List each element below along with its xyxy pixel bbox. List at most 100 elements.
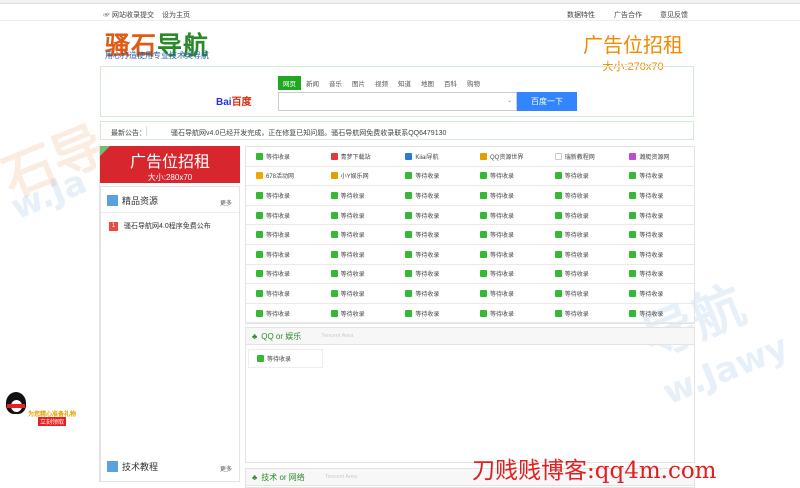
site-link-label: 等待收录 bbox=[266, 252, 291, 259]
site-link[interactable]: 等待收录 bbox=[545, 167, 620, 186]
site-link[interactable]: 等待收录 bbox=[246, 265, 321, 284]
site-link[interactable]: 等待收录 bbox=[321, 225, 396, 244]
site-link-label: 等待收录 bbox=[639, 272, 664, 279]
site-link[interactable]: 等待收录 bbox=[395, 225, 470, 244]
site-link[interactable]: 等待收录 bbox=[470, 304, 545, 323]
search-tab[interactable]: 购物 bbox=[462, 76, 485, 90]
site-link[interactable]: 瀚艇资源网 bbox=[619, 147, 694, 166]
site-link[interactable]: 等待收录 bbox=[470, 206, 545, 225]
site-favicon-icon bbox=[256, 191, 263, 199]
top-link-data[interactable]: 数据特性 bbox=[567, 10, 595, 20]
site-link[interactable]: 等待收录 bbox=[545, 225, 620, 244]
chevron-down-icon[interactable]: ⌄ bbox=[507, 97, 512, 104]
top-link-ads[interactable]: 广告合作 bbox=[614, 10, 642, 20]
site-link[interactable]: 等待收录 bbox=[246, 186, 321, 205]
site-link[interactable]: 等待收录 bbox=[246, 284, 321, 303]
top-link-feedback[interactable]: 意见反馈 bbox=[660, 10, 688, 20]
site-link[interactable]: 青梦下载站 bbox=[321, 147, 396, 166]
site-link[interactable]: QQ资源世界 bbox=[470, 147, 545, 166]
site-link[interactable]: 等待收录 bbox=[545, 304, 620, 323]
site-link[interactable]: 等待收录 bbox=[248, 349, 323, 368]
floating-gift-ad[interactable]: 为您精心准备礼物 立刻领取 bbox=[0, 388, 84, 430]
site-link[interactable]: 等待收录 bbox=[545, 186, 620, 205]
site-favicon-icon bbox=[256, 211, 263, 219]
site-link[interactable]: 等待收录 bbox=[246, 147, 321, 166]
site-link[interactable]: 等待收录 bbox=[395, 206, 470, 225]
site-link[interactable]: 等待收录 bbox=[246, 304, 321, 323]
set-homepage-link[interactable]: 设为主页 bbox=[162, 10, 190, 20]
site-link[interactable]: 等待收录 bbox=[619, 284, 694, 303]
site-link[interactable]: 等待收录 bbox=[321, 265, 396, 284]
bar-chart-icon bbox=[107, 195, 118, 206]
watermark-url-1: w.Ja bbox=[5, 161, 93, 229]
site-link[interactable]: 等待收录 bbox=[619, 167, 694, 186]
site-link[interactable]: 等待收录 bbox=[321, 304, 396, 323]
section-header-resources: 精品资源 bbox=[107, 194, 158, 207]
site-link[interactable]: 等待收录 bbox=[545, 206, 620, 225]
site-link-label: 等待收录 bbox=[415, 291, 440, 298]
site-link[interactable]: 等待收录 bbox=[619, 304, 694, 323]
search-tab[interactable]: 新闻 bbox=[301, 76, 324, 90]
site-link[interactable]: 等待收录 bbox=[246, 206, 321, 225]
site-link[interactable]: 等待收录 bbox=[395, 245, 470, 264]
site-link[interactable]: 等待收录 bbox=[619, 225, 694, 244]
site-link[interactable]: 等待收录 bbox=[470, 265, 545, 284]
site-link[interactable]: 等待收录 bbox=[619, 186, 694, 205]
site-link[interactable]: 678活动网 bbox=[246, 167, 321, 186]
site-link-label: 等待收录 bbox=[415, 272, 440, 279]
search-tab[interactable]: 知道 bbox=[393, 76, 416, 90]
site-link[interactable]: 等待收录 bbox=[321, 186, 396, 205]
section-header-tutorials: 技术教程 bbox=[107, 460, 158, 473]
left-ad-banner[interactable]: 广告位招租 大小:280x70 bbox=[100, 146, 240, 183]
site-link[interactable]: 等待收录 bbox=[246, 245, 321, 264]
search-tab[interactable]: 网页 bbox=[278, 76, 301, 90]
site-link[interactable]: 等待收录 bbox=[470, 225, 545, 244]
top-ad-title: 广告位招租 bbox=[583, 33, 683, 57]
submit-site-link[interactable]: ☞ 网站收录提交 bbox=[103, 10, 154, 20]
site-link[interactable]: 等待收录 bbox=[470, 186, 545, 205]
search-input[interactable]: ⌄ bbox=[278, 92, 517, 111]
site-link[interactable]: Kiiai导航 bbox=[395, 147, 470, 166]
notice-text[interactable]: 骚石导航网v4.0已经开发完成，正在修复已知问题。骚石导航网免费收录联系QQ64… bbox=[171, 128, 446, 138]
search-button[interactable]: 百度一下 bbox=[517, 92, 577, 111]
site-link[interactable]: 瑞新教程网 bbox=[545, 147, 620, 166]
site-link[interactable]: 等待收录 bbox=[545, 245, 620, 264]
search-tab[interactable]: 视频 bbox=[370, 76, 393, 90]
site-link[interactable]: 等待收录 bbox=[395, 284, 470, 303]
site-link[interactable]: 等待收录 bbox=[619, 245, 694, 264]
site-link[interactable]: 小Y娱乐网 bbox=[321, 167, 396, 186]
list-item[interactable]: 1 骚石导航网4.0程序免费公布 bbox=[109, 221, 211, 231]
search-tab[interactable]: 百科 bbox=[439, 76, 462, 90]
search-tab[interactable]: 地图 bbox=[416, 76, 439, 90]
site-favicon-icon bbox=[330, 309, 338, 317]
site-link[interactable]: 等待收录 bbox=[246, 225, 321, 244]
grid-row: 等待收录 等待收录 等待收录 等待收录 等待收录 等待收录 bbox=[246, 265, 694, 285]
search-tabs: 网页 新闻 音乐 图片 视频 知道 地图 百科 购物 bbox=[278, 76, 485, 90]
site-link[interactable]: 等待收录 bbox=[470, 284, 545, 303]
site-link[interactable]: 等待收录 bbox=[470, 245, 545, 264]
search-tab[interactable]: 音乐 bbox=[324, 76, 347, 90]
more-link-tutorials[interactable]: 更多 bbox=[220, 464, 232, 473]
site-link[interactable]: 等待收录 bbox=[395, 167, 470, 186]
rank-badge: 1 bbox=[109, 221, 118, 231]
site-link[interactable]: 等待收录 bbox=[619, 265, 694, 284]
site-link[interactable]: 等待收录 bbox=[395, 304, 470, 323]
site-link-label: 等待收录 bbox=[415, 252, 440, 259]
site-link-label: QQ资源世界 bbox=[490, 154, 524, 161]
gift-ad-claim-button[interactable]: 立刻领取 bbox=[38, 417, 67, 426]
site-link[interactable]: 等待收录 bbox=[545, 284, 620, 303]
site-link-label: 等待收录 bbox=[415, 213, 440, 220]
site-link[interactable]: 等待收录 bbox=[619, 206, 694, 225]
baidu-logo: Bai百度 bbox=[216, 97, 252, 108]
site-link-label: 等待收录 bbox=[415, 311, 440, 318]
site-favicon-icon bbox=[629, 289, 637, 297]
search-tab[interactable]: 图片 bbox=[347, 76, 370, 90]
site-link[interactable]: 等待收录 bbox=[395, 186, 470, 205]
site-link[interactable]: 等待收录 bbox=[470, 167, 545, 186]
site-link[interactable]: 等待收录 bbox=[321, 284, 396, 303]
site-link[interactable]: 等待收录 bbox=[321, 206, 396, 225]
site-link[interactable]: 等待收录 bbox=[395, 265, 470, 284]
site-link[interactable]: 等待收录 bbox=[545, 265, 620, 284]
site-link[interactable]: 等待收录 bbox=[321, 245, 396, 264]
more-link-resources[interactable]: 更多 bbox=[220, 198, 232, 207]
